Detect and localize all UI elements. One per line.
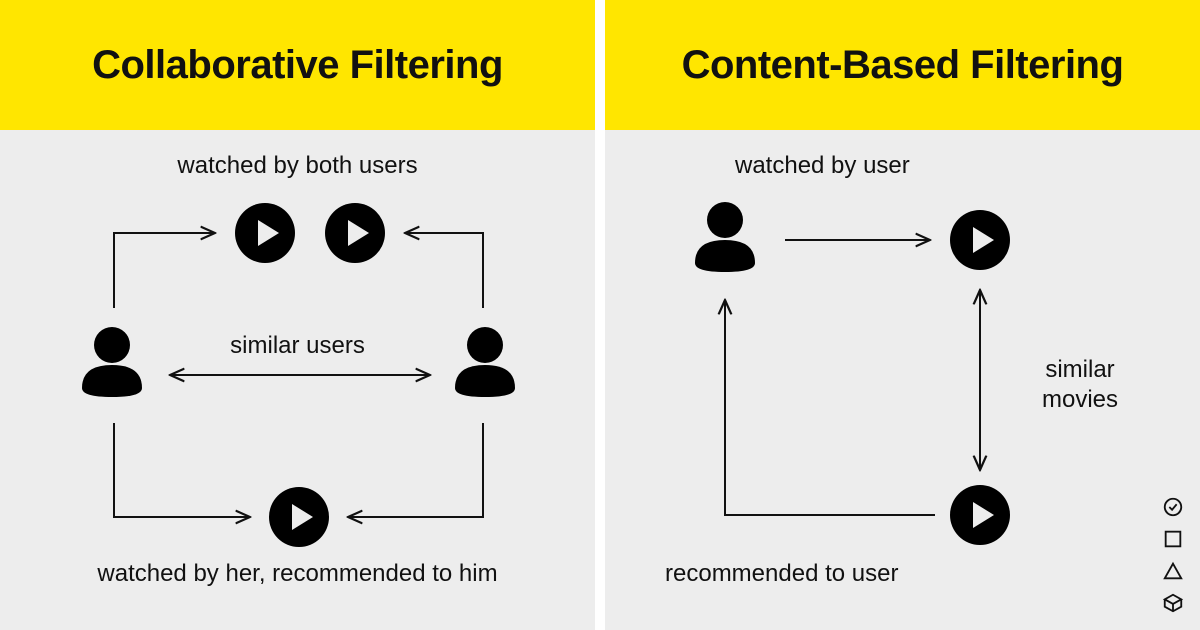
- diagram-stage-right: watched by user similar movies recommend…: [605, 130, 1200, 630]
- panel-title: Content-Based Filtering: [682, 43, 1124, 88]
- panel-title: Collaborative Filtering: [92, 43, 503, 88]
- cube-icon: [1162, 592, 1184, 614]
- panel-header: Collaborative Filtering: [0, 0, 595, 130]
- diagram-stage-left: watched by both users similar users watc…: [0, 130, 595, 630]
- collaborative-filtering-panel: Collaborative Filtering watched by both …: [0, 0, 595, 630]
- arrows: [605, 130, 1200, 630]
- arrows: [0, 130, 595, 630]
- check-circle-icon: [1162, 496, 1184, 518]
- content-based-filtering-panel: Content-Based Filtering watched by user …: [605, 0, 1200, 630]
- sidebar-icons: [1162, 496, 1184, 614]
- panel-header: Content-Based Filtering: [605, 0, 1200, 130]
- square-icon: [1162, 528, 1184, 550]
- triangle-icon: [1162, 560, 1184, 582]
